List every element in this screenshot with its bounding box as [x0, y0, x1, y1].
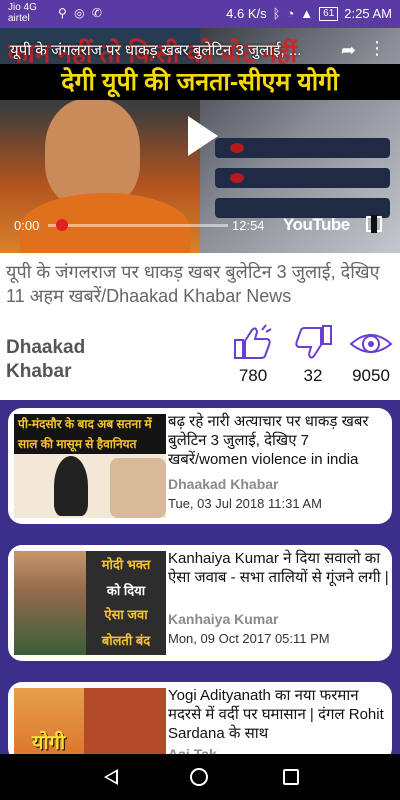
share-icon[interactable]: ➦	[341, 40, 356, 61]
dislike-button[interactable]: 32	[288, 324, 338, 386]
carrier-info: Jio 4G airtel	[8, 2, 37, 24]
list-item-channel: Dhaakad Khabar	[168, 476, 279, 492]
thumbnail-caption: योगी	[32, 732, 66, 754]
thumbnail-figure	[54, 456, 88, 516]
status-bar: Jio 4G airtel ⚲ ◎ ✆ 4.6 K/s ᛒ ◔ ▲ 61 2:2…	[0, 0, 400, 28]
evm-button	[230, 143, 244, 153]
video-thumbnail[interactable]: योगी	[14, 688, 166, 754]
total-time: 12:54	[232, 218, 265, 233]
like-count: 780	[238, 366, 268, 385]
thumbnail-caption: पी-मंदसौर के बाद अब सतना में साल की मासू…	[14, 414, 166, 454]
thumbnail-caption: बोलती बंद	[101, 633, 151, 648]
like-button[interactable]: 780	[228, 324, 278, 386]
thumbs-up-icon	[234, 324, 272, 359]
list-item[interactable]: पी-मंदसौर के बाद अब सतना में साल की मासू…	[8, 408, 392, 524]
current-time: 0:00	[14, 218, 40, 233]
list-item[interactable]: मोदी भक्त को दिया ऐसा जवा बोलती बंद Kanh…	[8, 545, 392, 661]
dislike-count: 32	[303, 366, 323, 385]
thumbnail-caption: को दिया	[106, 583, 146, 598]
eye-icon	[349, 334, 393, 353]
thumbnail-caption: मोदी भक्त	[101, 557, 151, 572]
carrier-bottom: airtel	[8, 13, 30, 24]
carrier-top: Jio 4G	[8, 2, 37, 13]
network-speed: 4.6 K/s	[226, 6, 267, 21]
wifi-icon: ◔	[286, 6, 295, 21]
progress-scrubber[interactable]	[56, 219, 68, 231]
video-player[interactable]: काम नहीं तो किसी को वोट नहीं देगी यूपी क…	[0, 28, 400, 253]
recent-apps-icon[interactable]	[283, 769, 299, 785]
back-icon[interactable]	[103, 769, 118, 785]
thumbnail-caption: ऐसा जवा	[104, 607, 148, 622]
speaker-face	[45, 98, 140, 208]
list-item[interactable]: योगी Yogi Adityanath का नया फरमान मदरसे …	[8, 682, 392, 754]
status-right: 4.6 K/s ᛒ ◔ ▲ 61 2:25 AM	[226, 6, 392, 21]
views-indicator: 9050	[346, 324, 396, 386]
video-thumbnail[interactable]: पी-मंदसौर के बाद अब सतना में साल की मासू…	[14, 414, 166, 518]
list-item-channel: Aaj Tak	[168, 746, 217, 754]
thumbnail-person	[14, 551, 86, 655]
list-item-title[interactable]: Kanhaiya Kumar ने दिया सवालो का ऐसा जवाब…	[168, 549, 390, 587]
fullscreen-icon[interactable]	[366, 215, 382, 233]
play-icon[interactable]	[188, 116, 218, 156]
view-count: 9050	[352, 366, 390, 385]
status-time: 2:25 AM	[344, 6, 392, 21]
related-videos-list[interactable]: पी-मंदसौर के बाद अब सतना में साल की मासू…	[0, 400, 400, 754]
youtube-logo[interactable]: YouTube	[283, 215, 350, 235]
list-item-title[interactable]: बढ़ रहे नारी अत्याचार पर धाकड़ खबर बुलेट…	[168, 412, 390, 469]
more-options-icon[interactable]: ⋮	[368, 38, 386, 59]
channel-name[interactable]: Dhaakad Khabar	[6, 336, 126, 384]
thumbs-down-icon	[295, 325, 332, 359]
speaker-robe	[20, 193, 190, 253]
list-item-date: Mon, 09 Oct 2017 05:11 PM	[168, 631, 330, 646]
video-thumbnail[interactable]: मोदी भक्त को दिया ऐसा जवा बोलती बंद	[14, 551, 166, 655]
system-nav-bar	[0, 754, 400, 800]
list-item-title[interactable]: Yogi Adityanath का नया फरमान मदरसे में व…	[168, 686, 390, 743]
home-icon[interactable]	[190, 768, 208, 786]
bluetooth-icon: ᛒ	[272, 6, 281, 21]
battery-icon: 61	[319, 6, 339, 21]
signal-icon: ▲	[300, 6, 314, 21]
notification-icons: ⚲ ◎ ✆	[58, 6, 104, 20]
video-banner-bottom: देगी यूपी की जनता-सीएम योगी	[0, 64, 400, 100]
video-title: यूपी के जंगलराज पर धाकड़ खबर बुलेटिन 3 ज…	[6, 262, 380, 306]
progress-bar[interactable]	[48, 224, 228, 227]
list-item-channel: Kanhaiya Kumar	[168, 611, 279, 627]
video-overlay-title[interactable]: यूपी के जंगलराज पर धाकड़ खबर बुलेटिन 3 ज…	[10, 40, 320, 60]
thumbnail-illustration	[110, 458, 166, 518]
evm-button	[230, 173, 244, 183]
list-item-date: Tue, 03 Jul 2018 11:31 AM	[168, 496, 322, 511]
